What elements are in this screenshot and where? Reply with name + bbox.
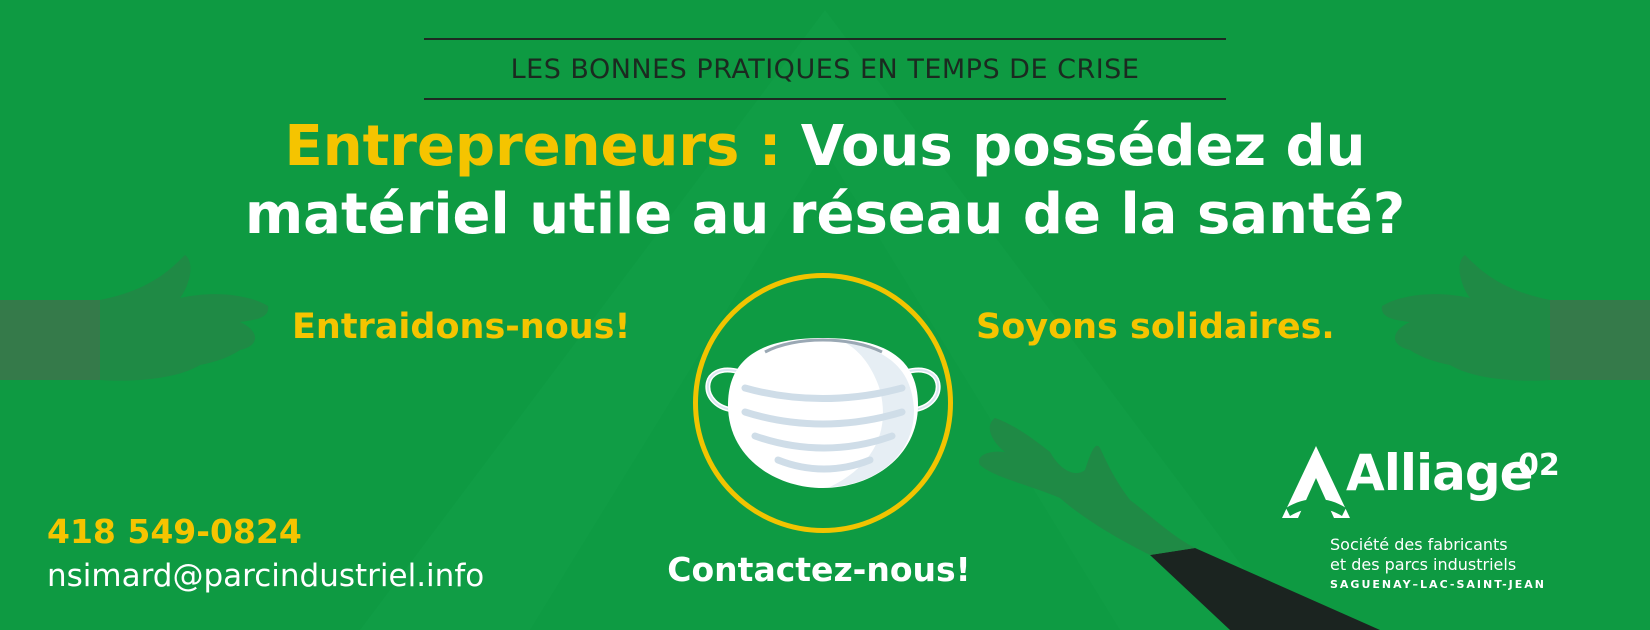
- contact-phone[interactable]: 418 549-0824: [47, 512, 302, 551]
- headline-accent: Entrepreneurs :: [284, 114, 782, 179]
- hand-left-icon: [0, 255, 269, 381]
- cta-text: Contactez-nous!: [667, 550, 971, 589]
- face-mask-icon: [705, 338, 941, 488]
- banner: LES BONNES PRATIQUES EN TEMPS DE CRISE E…: [0, 0, 1650, 630]
- right-slogan: Soyons solidaires.: [976, 307, 1335, 347]
- logo-tagline-line1: Société des fabricants: [1330, 535, 1508, 554]
- left-slogan: Entraidons-nous!: [292, 307, 631, 347]
- logo-superscript: 02: [1518, 448, 1560, 483]
- headline: Entrepreneurs : Vous possédez du matérie…: [0, 113, 1650, 249]
- headline-line-2: matériel utile au réseau de la santé?: [244, 182, 1406, 247]
- kicker-text: LES BONNES PRATIQUES EN TEMPS DE CRISE: [510, 53, 1140, 85]
- headline-line-1: Entrepreneurs : Vous possédez du: [0, 113, 1650, 181]
- logo-tagline-line2: et des parcs industriels: [1330, 555, 1517, 574]
- logo-region: SAGUENAY–LAC-SAINT-JEAN: [1330, 578, 1546, 591]
- logo-name: Alliage: [1346, 444, 1534, 502]
- headline-line1-text: Vous possédez du: [800, 114, 1366, 179]
- alliage-logo-icon: [1282, 446, 1350, 518]
- kicker-banner: LES BONNES PRATIQUES EN TEMPS DE CRISE: [424, 38, 1226, 100]
- hand-right-icon: [1381, 255, 1650, 381]
